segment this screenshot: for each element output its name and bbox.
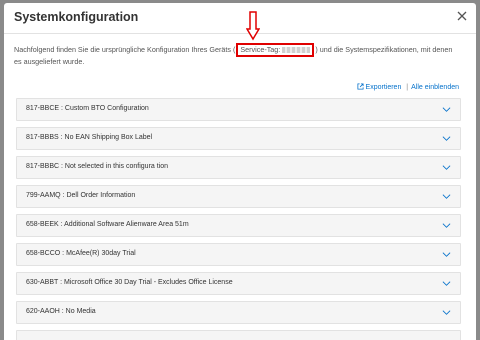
dialog-header: Systemkonfiguration (4, 3, 476, 34)
dialog-title: Systemkonfiguration (14, 10, 139, 24)
red-arrow-annotation-icon (246, 11, 260, 41)
component-row[interactable]: 658-BCCO : McAfee(R) 30day Trial (16, 243, 461, 266)
link-separator: | (406, 84, 409, 91)
chevron-down-icon (442, 165, 451, 170)
component-label: 658-BCCO : McAfee(R) 30day Trial (26, 250, 136, 257)
intro-before: Nachfolgend finden Sie die ursprüngliche… (14, 45, 236, 54)
component-row[interactable]: 620-AAOH : No Media (16, 301, 461, 324)
external-link-icon (357, 83, 364, 90)
chevron-down-icon (442, 252, 451, 257)
component-row[interactable]: 799-AAMQ : Dell Order Information (16, 185, 461, 208)
component-row[interactable]: 817-BBCE : Custom BTO Configuration (16, 98, 461, 121)
chevron-down-icon (442, 310, 451, 315)
component-label: 799-AAMQ : Dell Order Information (26, 192, 136, 199)
component-row[interactable]: 658-BEEK : Additional Software Alienware… (16, 214, 461, 237)
chevron-down-icon (442, 223, 451, 228)
chevron-down-icon (442, 107, 451, 112)
component-row[interactable]: 817-BBBS : No EAN Shipping Box Label (16, 127, 461, 150)
component-row[interactable]: 630-ABBT : Microsoft Office 30 Day Trial… (16, 272, 461, 295)
intro-text: Nachfolgend finden Sie die ursprüngliche… (14, 43, 454, 68)
expand-all-link[interactable]: Alle einblenden (411, 84, 459, 91)
component-row[interactable]: 817-BBBC : Not selected in this configur… (16, 156, 461, 179)
component-label: 630-ABBT : Microsoft Office 30 Day Trial… (26, 279, 233, 286)
action-links: Exportieren | Alle einblenden (357, 83, 459, 91)
component-label: 817-BBBS : No EAN Shipping Box Label (26, 134, 153, 141)
chevron-down-icon (442, 281, 451, 286)
service-tag-highlight: Service-Tag: (236, 43, 315, 57)
component-row[interactable] (16, 330, 461, 340)
chevron-down-icon (442, 194, 451, 199)
export-link[interactable]: Exportieren (357, 83, 404, 91)
component-label: 620-AAOH : No Media (26, 308, 96, 315)
redacted-service-tag (282, 47, 311, 54)
component-label: 658-BEEK : Additional Software Alienware… (26, 221, 189, 228)
component-label: 817-BBCE : Custom BTO Configuration (26, 105, 149, 112)
close-icon[interactable] (454, 8, 470, 24)
service-tag-label: Service-Tag: (240, 45, 281, 54)
export-label: Exportieren (365, 84, 402, 91)
chevron-down-icon (442, 136, 451, 141)
system-configuration-dialog: Systemkonfiguration Nachfolgend finden S… (4, 3, 476, 340)
component-label: 817-BBBC : Not selected in this configur… (26, 163, 169, 170)
